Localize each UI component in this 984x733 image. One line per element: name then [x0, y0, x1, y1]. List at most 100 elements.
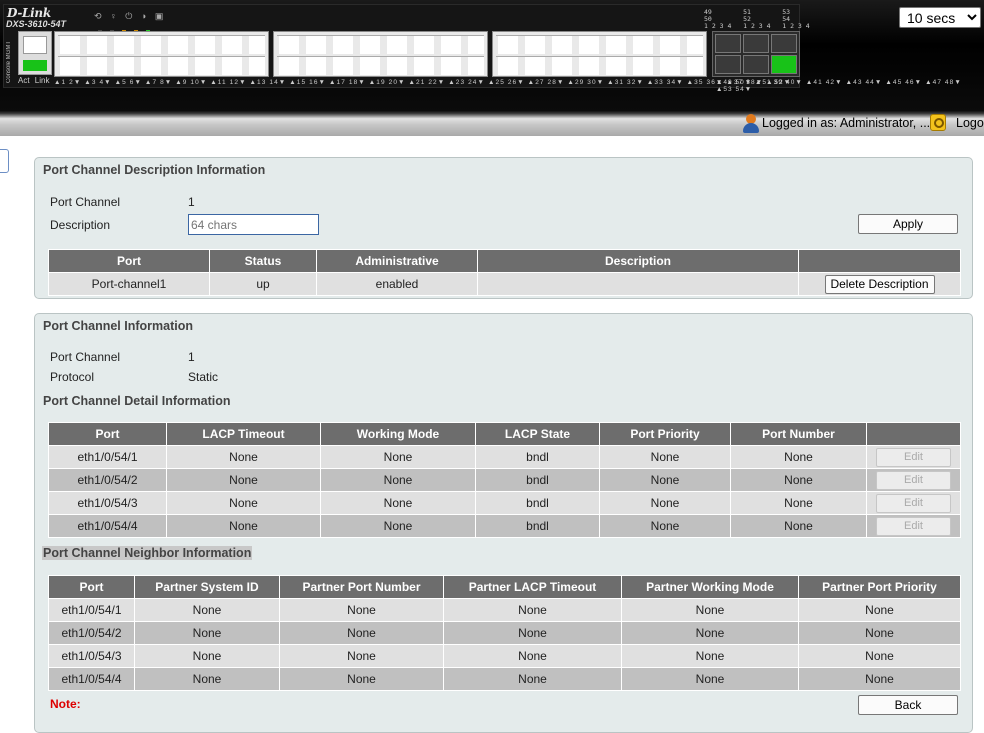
- cell-action: Edit: [866, 514, 961, 538]
- cell-port-priority: None: [599, 445, 731, 469]
- port-channel-value: 1: [188, 195, 195, 209]
- cell-port: eth1/0/54/4: [48, 514, 167, 538]
- table-row: Port-channel1 up enabled Delete Descript…: [48, 272, 961, 296]
- system-status-leds: [98, 22, 158, 33]
- column-header: Port Number: [730, 422, 867, 446]
- switch-front-panel: D-Link DXS-3610-54T ⟲ ♀ ⏻ ◑ ▣ Console MG…: [3, 4, 961, 93]
- cell-action: Edit: [866, 445, 961, 469]
- table-header-row: Port Partner System ID Partner Port Numb…: [48, 575, 961, 599]
- cell-description: [477, 272, 799, 296]
- cell-action: Delete Description: [798, 272, 961, 296]
- cell-lacp-timeout: None: [166, 514, 321, 538]
- table-row: eth1/0/54/2 None None None None None: [48, 621, 961, 645]
- cell-lacp-timeout: None: [166, 445, 321, 469]
- port-channel-label: Port Channel: [50, 195, 121, 209]
- column-header: Administrative: [316, 249, 478, 273]
- table-row: eth1/0/54/4 None None bndl None None Edi…: [48, 514, 961, 538]
- column-header: Port: [48, 249, 210, 273]
- cell-port-number: None: [730, 514, 867, 538]
- cell-partner-port-priority: None: [798, 644, 961, 668]
- navigation-tree-frame[interactable]: [0, 149, 9, 173]
- column-header: [866, 422, 961, 446]
- port-channel-label: Port Channel: [50, 350, 121, 364]
- system-status-icons: ⟲ ♀ ⏻ ◑ ▣: [94, 11, 167, 21]
- table-header-row: Port LACP Timeout Working Mode LACP Stat…: [48, 422, 961, 446]
- column-header: Partner System ID: [134, 575, 280, 599]
- refresh-interval-select[interactable]: 10 secs: [899, 7, 981, 28]
- port-channel-value: 1: [188, 350, 195, 364]
- column-header: Port Priority: [599, 422, 731, 446]
- cell-port: eth1/0/54/2: [48, 468, 167, 492]
- sfp-port-labels: ▲49 50▼ ▲51 52▼ ▲53 54▼: [716, 79, 792, 93]
- table-row: eth1/0/54/1 None None bndl None None Edi…: [48, 445, 961, 469]
- sfp-led-labels: 49 51 53 50 52 54 1 2 3 4 1 2 3 4 1 2 3 …: [704, 8, 810, 30]
- logged-in-text: Logged in as: Administrator, ...: [762, 116, 931, 130]
- cell-lacp-state: bndl: [475, 468, 600, 492]
- brand-logo: D-Link: [7, 6, 51, 20]
- cell-lacp-state: bndl: [475, 514, 600, 538]
- cell-lacp-state: bndl: [475, 445, 600, 469]
- column-header: LACP Timeout: [166, 422, 321, 446]
- cell-partner-port-number: None: [279, 667, 444, 691]
- port-group-1-16[interactable]: [54, 31, 269, 77]
- model-name: DXS-3610-54T: [6, 19, 67, 29]
- logout-link[interactable]: Logo: [956, 116, 984, 130]
- back-button[interactable]: Back: [858, 695, 958, 715]
- port-group-33-48[interactable]: [492, 31, 707, 77]
- delete-description-button[interactable]: Delete Description: [824, 274, 935, 294]
- ethernet-port-icon[interactable]: [18, 31, 52, 75]
- login-bar: Logged in as: Administrator, ... Logo: [0, 111, 984, 136]
- note-label: Note:: [50, 697, 81, 711]
- mgmt-label: Console MGMT: [6, 40, 12, 83]
- cell-partner-port-priority: None: [798, 598, 961, 622]
- column-header: [798, 249, 961, 273]
- cell-administrative: enabled: [316, 272, 478, 296]
- sfp-port-group[interactable]: [712, 31, 800, 77]
- cell-partner-lacp-timeout: None: [443, 621, 622, 645]
- cell-partner-port-priority: None: [798, 621, 961, 645]
- cell-status: up: [209, 272, 317, 296]
- cell-working-mode: None: [320, 468, 476, 492]
- description-input[interactable]: [188, 214, 319, 235]
- cell-port-number: None: [730, 491, 867, 515]
- column-header: Working Mode: [320, 422, 476, 446]
- column-header: Partner LACP Timeout: [443, 575, 622, 599]
- cell-partner-working-mode: None: [621, 598, 799, 622]
- act-link-label: Act Link: [18, 76, 50, 85]
- cell-action: Edit: [866, 468, 961, 492]
- cell-lacp-timeout: None: [166, 491, 321, 515]
- detail-section-title: Port Channel Detail Information: [43, 394, 231, 408]
- cell-port: Port-channel1: [48, 272, 210, 296]
- key-icon[interactable]: [930, 114, 946, 131]
- cell-partner-port-number: None: [279, 644, 444, 668]
- apply-button[interactable]: Apply: [858, 214, 958, 234]
- edit-button[interactable]: Edit: [876, 470, 951, 490]
- device-header: D-Link DXS-3610-54T ⟲ ♀ ⏻ ◑ ▣ Console MG…: [0, 0, 984, 111]
- edit-button[interactable]: Edit: [876, 516, 951, 536]
- port-group-17-32[interactable]: [273, 31, 488, 77]
- port-channel-description-table: Port Status Administrative Description P…: [48, 249, 961, 296]
- cell-port-priority: None: [599, 468, 731, 492]
- cell-port: eth1/0/54/1: [48, 445, 167, 469]
- edit-button[interactable]: Edit: [876, 447, 951, 467]
- cell-lacp-state: bndl: [475, 491, 600, 515]
- port-number-labels: ▲1 2▼ ▲3 4▼ ▲5 6▼ ▲7 8▼ ▲9 10▼ ▲11 12▼ ▲…: [54, 79, 962, 86]
- port-channel-detail-table: Port LACP Timeout Working Mode LACP Stat…: [48, 422, 961, 538]
- cell-partner-working-mode: None: [621, 621, 799, 645]
- protocol-label: Protocol: [50, 370, 95, 384]
- edit-button[interactable]: Edit: [876, 493, 951, 513]
- cell-partner-lacp-timeout: None: [443, 598, 622, 622]
- cell-partner-port-number: None: [279, 598, 444, 622]
- neighbor-section-title: Port Channel Neighbor Information: [42, 546, 253, 560]
- cell-port-number: None: [730, 445, 867, 469]
- column-header: Status: [209, 249, 317, 273]
- port-channel-description-panel: Port Channel Description Information Por…: [34, 157, 973, 299]
- cell-partner-lacp-timeout: None: [443, 667, 622, 691]
- cell-partner-port-number: None: [279, 621, 444, 645]
- panel-title: Port Channel Information: [43, 319, 193, 333]
- protocol-value: Static: [188, 370, 219, 384]
- table-row: eth1/0/54/3 None None bndl None None Edi…: [48, 491, 961, 515]
- panel-title: Port Channel Description Information: [43, 163, 266, 177]
- column-header: Port: [48, 575, 135, 599]
- cell-partner-system-id: None: [134, 621, 280, 645]
